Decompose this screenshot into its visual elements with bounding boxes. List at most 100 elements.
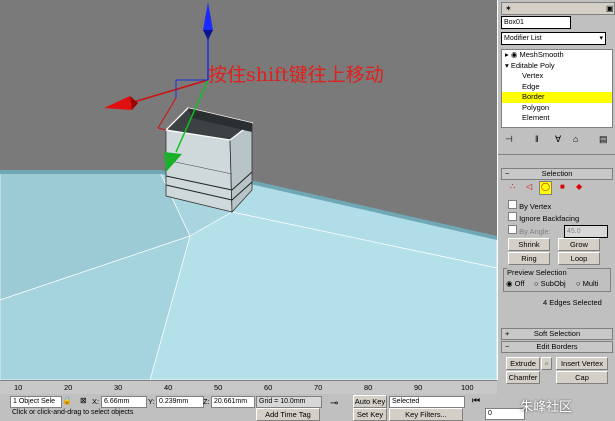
set-key-button[interactable]: Set Key <box>353 408 387 421</box>
modifier-stack[interactable]: ▸ ◉ MeshSmooth ▾ Editable Poly Vertex Ed… <box>501 49 613 128</box>
timeline-tick: 70 <box>314 383 323 392</box>
border-mode-icon[interactable]: ◯ <box>539 181 552 195</box>
timeline-tick: 40 <box>164 383 173 392</box>
current-frame-field[interactable]: 0 <box>485 408 525 420</box>
watermark: 朱峰社区 <box>520 400 573 415</box>
stack-item-edge[interactable]: Edge <box>502 82 612 93</box>
subobject-icons: ∴ ◁ ◯ ■ ◆ <box>506 181 606 195</box>
timeline-tick: 60 <box>264 383 273 392</box>
element-mode-icon[interactable]: ◆ <box>576 182 582 191</box>
preview-selection-group: Preview Selection ◉ Off ○ SubObj ○ Multi <box>503 268 611 292</box>
add-time-tag-button[interactable]: Add Time Tag <box>256 408 320 421</box>
show-end-result-icon[interactable]: ‖ <box>535 134 539 144</box>
modifier-list-label: Modifier List <box>504 35 542 42</box>
stack-label: Edge <box>522 81 540 91</box>
stack-label: Element <box>522 113 550 122</box>
stack-item-vertex[interactable]: Vertex <box>502 71 612 82</box>
create-tab-icon[interactable]: ✶ <box>505 4 512 13</box>
key-filters-button[interactable]: Key Filters... <box>389 408 463 421</box>
stack-label: Vertex <box>522 71 544 80</box>
by-angle-option[interactable]: By Angle: <box>508 225 551 236</box>
key-icon[interactable]: ⊸ <box>330 398 338 409</box>
grow-button[interactable]: Grow <box>558 238 600 251</box>
by-angle-checkbox[interactable] <box>508 225 517 234</box>
ignore-backfacing-label: Ignore Backfacing <box>519 214 580 223</box>
pin-stack-icon[interactable]: ⊣ <box>505 134 513 145</box>
stack-label: Polygon <box>522 102 550 112</box>
auto-key-button[interactable]: Auto Key <box>353 395 387 408</box>
z-label: Z: <box>203 397 210 406</box>
modifier-list-dropdown[interactable]: Modifier List ▾ <box>501 32 606 45</box>
preview-selection-label: Preview Selection <box>507 268 567 277</box>
selection-rollout-header[interactable]: − Selection <box>501 168 613 180</box>
preview-multi-radio[interactable]: ○ Multi <box>576 279 598 288</box>
selection-info: 4 Edges Selected <box>543 298 602 307</box>
extrude-settings-button[interactable]: ▫ <box>541 357 552 370</box>
stack-label: Editable Poly <box>510 60 555 70</box>
polygon-mode-icon[interactable]: ■ <box>560 182 565 191</box>
x-coordinate-field[interactable]: 6.66mm <box>101 396 147 408</box>
x-axis-arrow <box>104 96 132 110</box>
remove-modifier-icon[interactable]: ⌂ <box>573 134 578 144</box>
edge-mode-icon[interactable]: ◁ <box>526 182 532 191</box>
edit-borders-rollout-header[interactable]: − Edit Borders <box>501 341 613 353</box>
chevron-down-icon: ▾ <box>599 35 603 42</box>
by-vertex-checkbox[interactable] <box>508 200 517 209</box>
stack-item-element[interactable]: Element <box>502 113 612 124</box>
absolute-mode-icon[interactable]: ⊠ <box>80 396 87 405</box>
divider <box>498 154 615 155</box>
soft-selection-rollout-header[interactable]: + Soft Selection <box>501 328 613 340</box>
rollout-title: Selection <box>541 169 573 178</box>
radio-label: Off <box>514 279 525 288</box>
stack-toolbar: ⊣ ‖ ∀ ⌂ ▤ <box>501 134 611 148</box>
key-mode-value: Selected <box>392 398 420 405</box>
stack-label: MeshSmooth <box>519 50 564 59</box>
shrink-button[interactable]: Shrink <box>508 238 550 251</box>
stack-label: Border <box>522 92 545 101</box>
stack-item-polygon[interactable]: Polygon <box>502 103 612 114</box>
extrude-button[interactable]: Extrude <box>506 357 540 370</box>
status-bar: 1 Object Sele 🔒 ⊠ X: 6.66mm Y: 0.239mm Z… <box>0 394 615 421</box>
timeline-tick: 80 <box>364 383 373 392</box>
cap-button[interactable]: Cap <box>556 371 608 384</box>
perspective-viewport[interactable]: 按住shift键往上移动 <box>0 0 497 380</box>
rollout-title: Soft Selection <box>533 329 581 338</box>
panel-tab-strip: ✶ ▣ <box>501 2 615 15</box>
stack-item-editable-poly[interactable]: ▾ Editable Poly <box>502 61 612 72</box>
track-bar[interactable]: 10 20 30 40 50 60 70 80 90 100 <box>0 380 497 395</box>
ignore-backfacing-checkbox[interactable] <box>508 212 517 221</box>
ignore-backfacing-option[interactable]: Ignore Backfacing <box>508 212 579 223</box>
by-vertex-option[interactable]: By Vertex <box>508 200 551 211</box>
z-coordinate-field[interactable]: 20.661mm <box>211 396 255 408</box>
go-to-start-icon[interactable]: ⏮ <box>472 395 480 406</box>
make-unique-icon[interactable]: ∀ <box>555 134 561 145</box>
loop-button[interactable]: Loop <box>558 252 600 265</box>
object-name-field[interactable]: Box01 <box>501 16 571 29</box>
timeline-tick: 100 <box>461 383 474 392</box>
y-coordinate-field[interactable]: 0.239mm <box>156 396 204 408</box>
by-vertex-label: By Vertex <box>519 202 552 211</box>
x-label: X: <box>92 397 100 406</box>
configure-sets-icon[interactable]: ▤ <box>599 134 608 145</box>
timeline-tick: 50 <box>214 383 223 392</box>
insert-vertex-button[interactable]: Insert Vertex <box>556 357 608 370</box>
stack-item-border[interactable]: Border <box>502 92 612 103</box>
modify-tab-icon[interactable]: ▣ <box>606 4 614 13</box>
preview-off-radio[interactable]: ◉ Off <box>506 279 525 288</box>
instruction-caption: 按住shift键往上移动 <box>208 64 384 86</box>
vertex-mode-icon[interactable]: ∴ <box>510 182 515 191</box>
ring-button[interactable]: Ring <box>508 252 550 265</box>
preview-subobj-radio[interactable]: ○ SubObj <box>534 279 566 288</box>
stack-item-meshsmooth[interactable]: ▸ ◉ MeshSmooth <box>502 50 612 61</box>
command-panel: ✶ ▣ Box01 Modifier List ▾ ▸ ◉ MeshSmooth… <box>497 0 615 384</box>
chamfer-button[interactable]: Chamfer <box>506 371 540 384</box>
selection-count-field: 1 Object Sele <box>10 396 62 408</box>
timeline-tick: 10 <box>14 383 23 392</box>
key-mode-dropdown[interactable]: Selected <box>389 396 465 408</box>
by-angle-spinner[interactable]: 45.0 <box>564 225 608 238</box>
radio-label: SubObj <box>540 279 566 288</box>
y-label: Y: <box>148 397 155 406</box>
radio-label: Multi <box>582 279 599 288</box>
z-axis-arrow <box>203 2 213 30</box>
lock-selection-icon[interactable]: 🔒 <box>62 396 72 405</box>
